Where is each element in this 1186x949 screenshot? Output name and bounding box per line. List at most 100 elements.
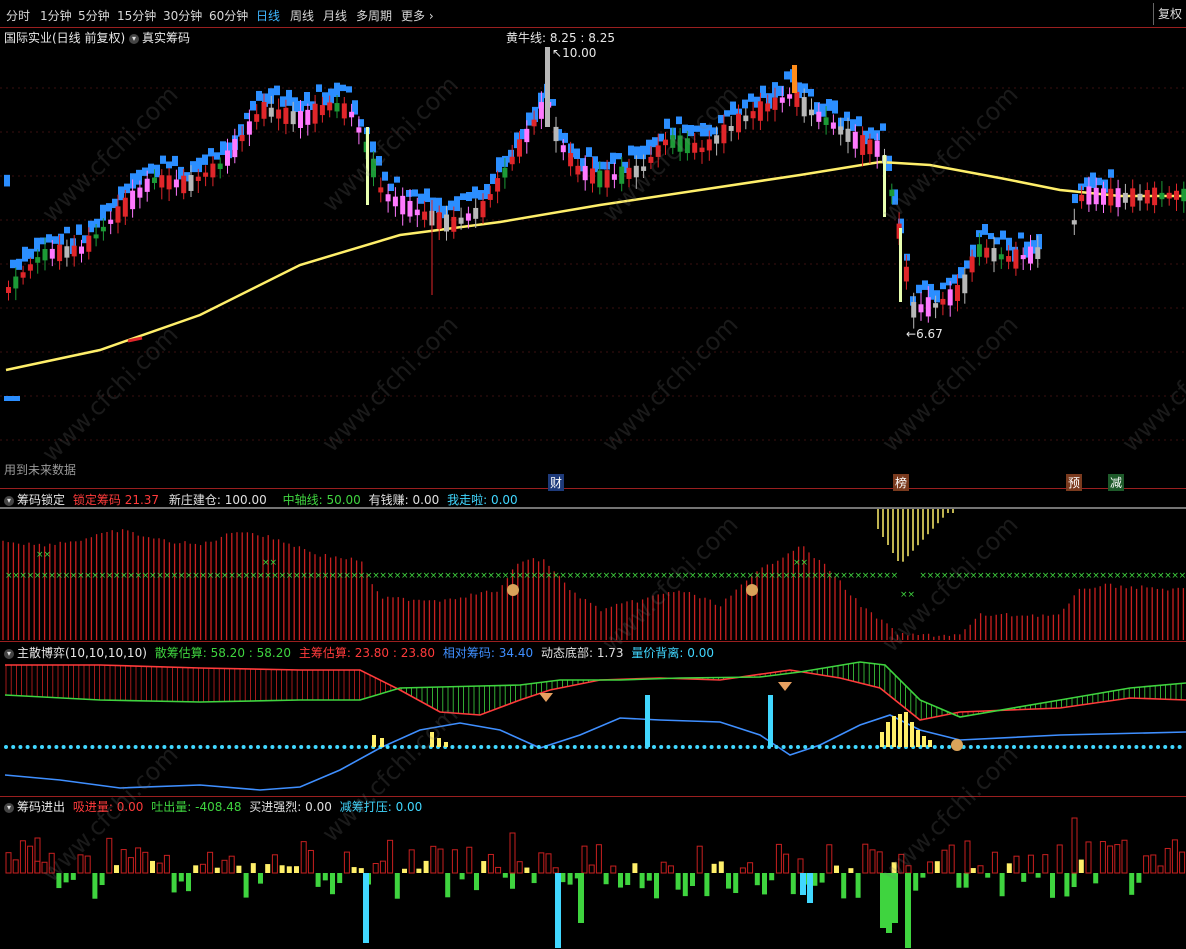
- outflow-bar: [555, 873, 561, 948]
- inflow-bar: [19, 840, 26, 874]
- candle-body: [509, 156, 515, 165]
- bottom-dot: [342, 745, 347, 749]
- candle-body: [663, 139, 668, 146]
- inflow-bar: [783, 853, 790, 874]
- chip-bar: [382, 171, 388, 181]
- inflow-bar: [34, 837, 41, 874]
- candle-body: [188, 175, 194, 191]
- strong-buy-bar: [279, 865, 285, 873]
- strong-buy-bar: [351, 867, 357, 873]
- bottom-dot: [40, 745, 44, 749]
- strong-buy-bar: [265, 864, 271, 873]
- outflow-bar: [625, 873, 631, 885]
- bottom-dot: [551, 745, 556, 749]
- candle-body: [261, 101, 267, 119]
- chip-bar: [970, 244, 976, 258]
- chip-bar: [802, 83, 808, 93]
- candle-body: [414, 209, 420, 216]
- chip-bar: [10, 259, 16, 269]
- inflow-bar: [876, 851, 883, 874]
- candle-body: [122, 197, 128, 217]
- bottom-dot: [1134, 745, 1139, 749]
- lock-marker: ×: [891, 571, 899, 581]
- chip-bar: [778, 85, 784, 96]
- outflow-bar: [92, 873, 98, 899]
- candle-body: [392, 196, 398, 207]
- bottom-dot: [875, 745, 880, 749]
- outflow-bar: [762, 873, 767, 895]
- bottom-dot: [212, 745, 217, 749]
- inflow-bar: [898, 853, 905, 874]
- dropdown-icon[interactable]: ▾: [4, 648, 14, 659]
- inflow-bar: [1042, 854, 1049, 874]
- yellow-bar: [916, 730, 920, 747]
- bottom-dot: [1069, 745, 1074, 749]
- candle-body: [1028, 246, 1033, 264]
- candle-body: [517, 139, 522, 157]
- candle-body: [79, 246, 84, 254]
- marker-forecast[interactable]: 预: [1066, 474, 1083, 491]
- bottom-dot: [565, 745, 570, 749]
- indicator-name: 真实筹码: [142, 31, 191, 45]
- candle-body: [366, 127, 369, 205]
- outflow-bar: [920, 873, 926, 878]
- bottom-dot: [1004, 745, 1009, 749]
- outflow-bar: [394, 873, 400, 899]
- outflow-bar: [99, 873, 105, 886]
- chip-bar: [106, 203, 112, 212]
- chip-bar: [238, 124, 244, 137]
- outflow-bar: [654, 873, 659, 899]
- candle-body: [203, 172, 209, 177]
- bottom-dot: [414, 745, 419, 749]
- bottom-dot: [148, 745, 152, 749]
- outflow-bar: [243, 873, 249, 898]
- strong-buy-bar: [416, 868, 422, 873]
- candle-body: [969, 256, 975, 273]
- candle-body: [925, 297, 931, 317]
- candle-body: [400, 195, 406, 215]
- chip-bar: [700, 122, 706, 137]
- candle-body: [538, 102, 544, 119]
- candle-body: [714, 135, 720, 144]
- chip-bar: [4, 174, 10, 187]
- bottom-dot: [997, 745, 1002, 749]
- inflow-bar: [862, 843, 869, 874]
- candle-body: [49, 248, 55, 259]
- dropdown-icon[interactable]: ▾: [129, 33, 140, 44]
- panel3-header: ▾ 主散博弈(10,10,10,10) 散筹估算: 58.20 : 58.20 主…: [4, 644, 714, 661]
- chip-bar: [904, 253, 910, 261]
- dropdown-icon[interactable]: ▾: [4, 802, 14, 813]
- outflow-bar: [1050, 873, 1055, 898]
- inflow-bar: [581, 845, 588, 874]
- chip-bar: [34, 237, 40, 252]
- dropdown-icon[interactable]: ▾: [4, 495, 14, 506]
- yellow-bar: [886, 722, 890, 747]
- bottom-dot: [421, 745, 426, 749]
- bottom-dot: [587, 745, 592, 749]
- bottom-dot: [198, 745, 203, 749]
- marker-reduce[interactable]: 减: [1108, 474, 1125, 491]
- inflow-bar: [430, 845, 437, 874]
- chip-bar: [196, 157, 202, 173]
- chip-bar: [58, 233, 64, 245]
- candle-body: [684, 138, 690, 154]
- inflow-bar: [271, 854, 278, 874]
- candle-body: [502, 167, 508, 178]
- marker-list[interactable]: 榜: [893, 474, 910, 491]
- chip-bar: [694, 125, 700, 132]
- inflow-bar: [5, 852, 12, 874]
- candle-body: [721, 124, 727, 144]
- bottom-dot: [1127, 745, 1132, 749]
- inflow-bar: [437, 848, 444, 874]
- candle-body: [371, 158, 376, 178]
- strong-buy-bar: [294, 866, 299, 873]
- bottom-dot: [932, 745, 937, 749]
- chip-bar: [172, 155, 178, 167]
- chip-bar: [1000, 230, 1006, 240]
- marker-finance[interactable]: 财: [548, 474, 565, 491]
- bottom-dot: [630, 745, 635, 749]
- chip-bar: [52, 236, 58, 244]
- yellow-bar: [880, 732, 884, 747]
- outflow-bar: [531, 873, 537, 884]
- bottom-dot: [1091, 745, 1096, 749]
